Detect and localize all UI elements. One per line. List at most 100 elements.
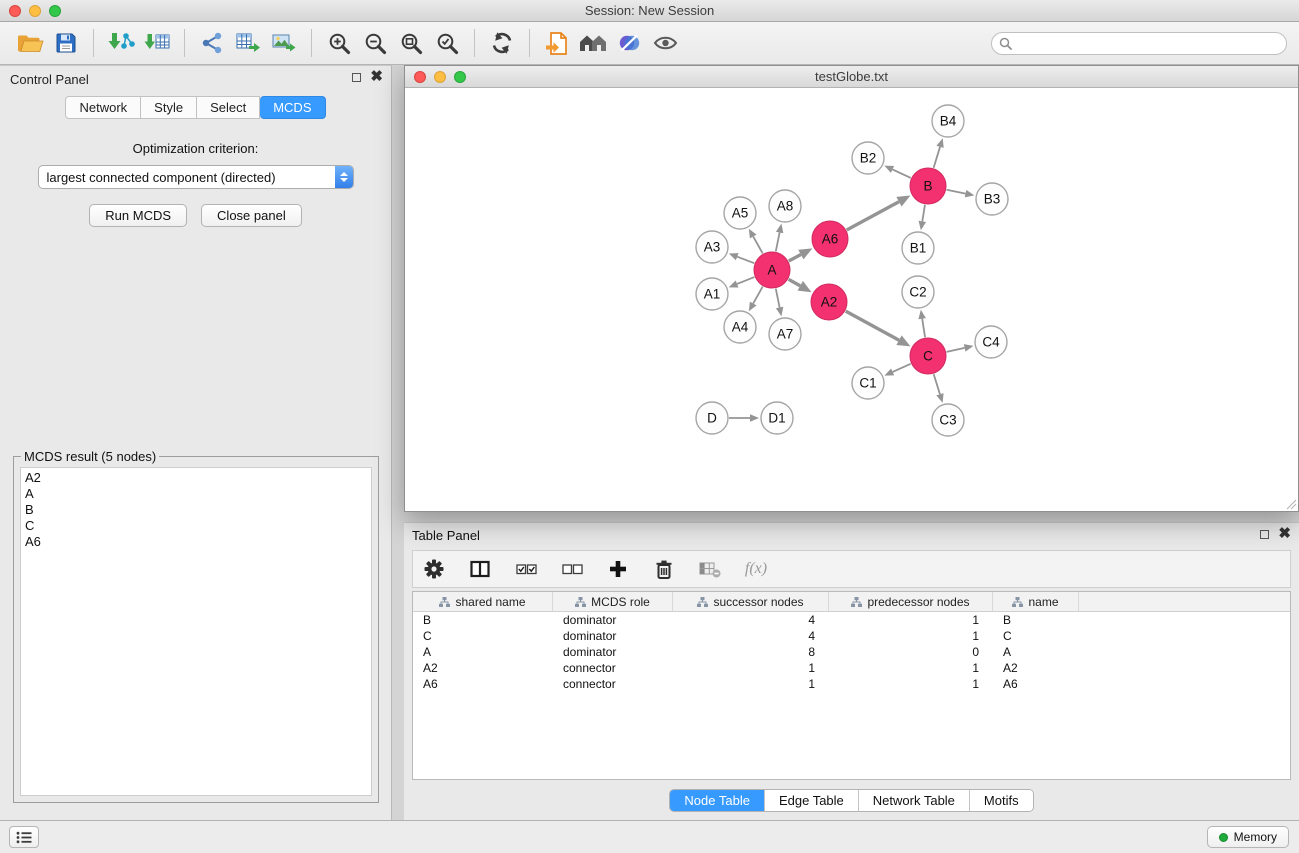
result-item[interactable]: B [25, 502, 367, 518]
graph-edge-C-C3[interactable] [934, 374, 940, 394]
zoom-selected-button[interactable] [429, 26, 465, 60]
network-graph[interactable]: B4B2BB3A5A8A6A3B1AC2A1A2A4A7C4CC1DD1C3 [405, 88, 1298, 512]
memory-button[interactable]: Memory [1207, 826, 1289, 848]
tab-motifs[interactable]: Motifs [970, 790, 1033, 811]
graph-node-C4[interactable]: C4 [975, 326, 1007, 358]
table-row[interactable]: Adominator80A [413, 644, 1290, 660]
graph-node-D1[interactable]: D1 [761, 402, 793, 434]
column-header-shared-name[interactable]: shared name [413, 592, 553, 611]
delete-table-button[interactable] [697, 556, 723, 582]
network-close-button[interactable] [414, 71, 426, 83]
graph-edge-A-A6[interactable] [789, 255, 801, 261]
criterion-dropdown[interactable]: largest connected component (directed) [38, 165, 354, 189]
zoom-fit-button[interactable] [393, 26, 429, 60]
network-zoom-button[interactable] [454, 71, 466, 83]
zoom-in-button[interactable] [321, 26, 357, 60]
deselect-all-button[interactable] [559, 556, 585, 582]
graph-edge-B-B4[interactable] [934, 147, 940, 168]
tab-network[interactable]: Network [65, 96, 141, 119]
graph-node-A3[interactable]: A3 [696, 231, 728, 263]
graph-edge-A6-B[interactable] [847, 202, 899, 230]
table-row[interactable]: A2connector11A2 [413, 660, 1290, 676]
table-row[interactable]: Bdominator41B [413, 612, 1290, 628]
column-header-predecessor-nodes[interactable]: predecessor nodes [829, 592, 993, 611]
graph-node-A6[interactable]: A6 [812, 221, 848, 257]
export-document-button[interactable] [539, 26, 575, 60]
apply-layout-button[interactable] [484, 26, 520, 60]
add-column-button[interactable] [605, 556, 631, 582]
graph-edge-A-A4[interactable] [753, 287, 762, 304]
search-input[interactable] [1017, 36, 1279, 50]
tab-mcds[interactable]: MCDS [260, 96, 325, 119]
delete-column-button[interactable] [651, 556, 677, 582]
graph-node-A4[interactable]: A4 [724, 311, 756, 343]
graph-node-C2[interactable]: C2 [902, 276, 934, 308]
float-panel-button[interactable] [352, 73, 361, 82]
mcds-result-list[interactable]: A2ABCA6 [20, 467, 372, 796]
task-history-button[interactable] [9, 826, 39, 848]
graph-node-A7[interactable]: A7 [769, 318, 801, 350]
tab-style[interactable]: Style [141, 96, 197, 119]
graph-node-B3[interactable]: B3 [976, 183, 1008, 215]
result-item[interactable]: A6 [25, 534, 367, 550]
network-minimize-button[interactable] [434, 71, 446, 83]
graph-edge-B-B2[interactable] [892, 169, 910, 178]
graph-node-A5[interactable]: A5 [724, 197, 756, 229]
graph-node-C1[interactable]: C1 [852, 367, 884, 399]
network-window-titlebar[interactable]: testGlobe.txt [405, 66, 1298, 88]
style-button[interactable] [611, 26, 647, 60]
close-table-panel-button[interactable]: ✖ [1278, 529, 1291, 539]
close-panel-icon-button[interactable]: ✖ [370, 72, 383, 82]
table-settings-button[interactable] [421, 556, 447, 582]
graph-node-B4[interactable]: B4 [932, 105, 964, 137]
show-hide-button[interactable] [647, 26, 683, 60]
graph-node-A8[interactable]: A8 [769, 190, 801, 222]
column-header-name[interactable]: name [993, 592, 1079, 611]
import-network-button[interactable] [103, 26, 139, 60]
home-button[interactable] [575, 26, 611, 60]
resize-grip[interactable] [1285, 498, 1297, 510]
result-item[interactable]: A [25, 486, 367, 502]
tab-edge-table[interactable]: Edge Table [765, 790, 859, 811]
minimize-window-button[interactable] [29, 5, 41, 17]
export-image-button[interactable] [266, 26, 302, 60]
graph-node-B2[interactable]: B2 [852, 142, 884, 174]
graph-node-A1[interactable]: A1 [696, 278, 728, 310]
graph-edge-A-A5[interactable] [753, 237, 762, 254]
zoom-out-button[interactable] [357, 26, 393, 60]
graph-node-C3[interactable]: C3 [932, 404, 964, 436]
open-session-button[interactable] [12, 26, 48, 60]
run-mcds-button[interactable]: Run MCDS [89, 204, 187, 227]
graph-edge-B-B1[interactable] [922, 205, 925, 222]
graph-edge-A-A2[interactable] [789, 279, 801, 286]
graph-edge-A-A1[interactable] [737, 277, 754, 284]
graph-edge-C-C2[interactable] [922, 319, 925, 338]
float-table-panel-button[interactable] [1260, 530, 1269, 539]
zoom-window-button[interactable] [49, 5, 61, 17]
graph-node-C[interactable]: C [910, 338, 946, 374]
graph-edge-C-C4[interactable] [947, 348, 965, 352]
close-panel-button[interactable]: Close panel [201, 204, 302, 227]
graph-edge-A-A8[interactable] [776, 232, 780, 251]
graph-node-B[interactable]: B [910, 168, 946, 204]
new-network-button[interactable] [194, 26, 230, 60]
network-canvas[interactable]: B4B2BB3A5A8A6A3B1AC2A1A2A4A7C4CC1DD1C3 [405, 88, 1298, 511]
tab-network-table[interactable]: Network Table [859, 790, 970, 811]
close-window-button[interactable] [9, 5, 21, 17]
result-item[interactable]: A2 [25, 470, 367, 486]
select-all-button[interactable] [513, 556, 539, 582]
graph-node-B1[interactable]: B1 [902, 232, 934, 264]
column-header-successor-nodes[interactable]: successor nodes [673, 592, 829, 611]
import-table-button[interactable] [139, 26, 175, 60]
show-columns-button[interactable] [467, 556, 493, 582]
tab-select[interactable]: Select [197, 96, 260, 119]
graph-node-D[interactable]: D [696, 402, 728, 434]
graph-edge-A-A3[interactable] [737, 257, 754, 264]
graph-edge-A2-C[interactable] [846, 311, 899, 340]
graph-edge-A-A7[interactable] [776, 289, 780, 308]
tab-node-table[interactable]: Node Table [670, 790, 765, 811]
table-row[interactable]: A6connector11A6 [413, 676, 1290, 692]
save-session-button[interactable] [48, 26, 84, 60]
export-table-button[interactable] [230, 26, 266, 60]
graph-edge-B-B3[interactable] [947, 190, 966, 194]
